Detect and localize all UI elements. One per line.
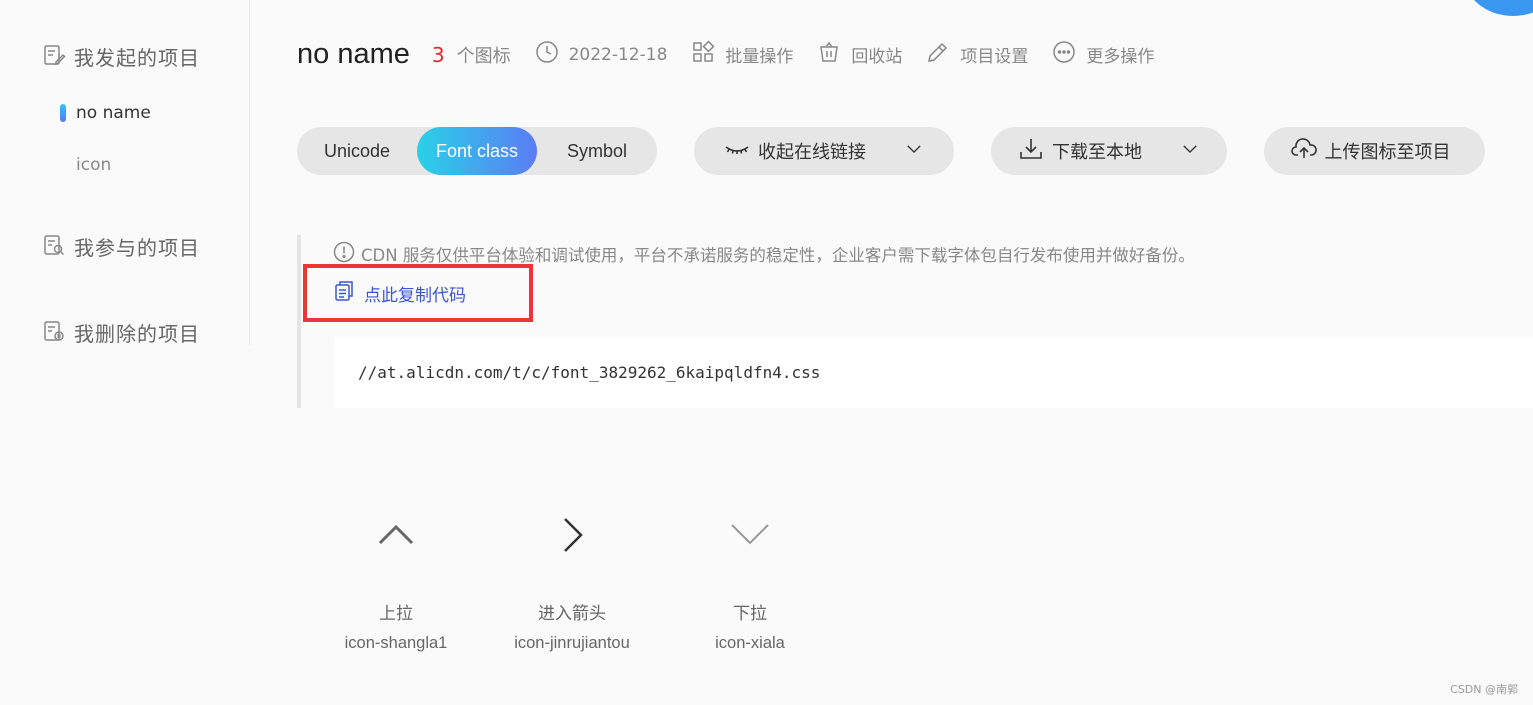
icon-name: 进入箭头: [538, 604, 606, 624]
project-header: no name 3 个图标 2022-12-18 批量操作 回收站 项目设置 更…: [297, 38, 1178, 71]
clock-icon: [535, 40, 569, 69]
icon-code: icon-xiala: [715, 634, 785, 652]
sidebar-item-icon[interactable]: icon: [76, 155, 111, 175]
chevron-right-icon: [542, 505, 602, 569]
more-ops-label: 更多操作: [1086, 47, 1155, 67]
created-date: 2022-12-18: [535, 40, 668, 69]
chevron-down-icon: [1180, 139, 1200, 164]
grid-icon: [691, 40, 725, 69]
sidebar: 我发起的项目 no name icon 我参与的项目 我删除的项目: [0, 0, 250, 347]
cdn-url-code[interactable]: //at.alicdn.com/t/c/font_3829262_6kaipql…: [334, 337, 1533, 408]
icon-code: icon-shangla1: [344, 634, 448, 652]
icon-name: 下拉: [733, 604, 767, 624]
sidebar-joined-projects-label: 我参与的项目: [74, 236, 200, 260]
corner-decoration: [1463, 0, 1533, 16]
tab-symbol[interactable]: Symbol: [537, 127, 657, 175]
date-text: 2022-12-18: [568, 44, 668, 65]
tab-unicode[interactable]: Unicode: [297, 127, 417, 175]
upload-icons-label: 上传图标至项目: [1324, 142, 1451, 163]
sidebar-deleted-projects[interactable]: 我删除的项目: [42, 318, 200, 347]
eye-closed-icon: [724, 136, 750, 167]
cdn-notice-text: CDN 服务仅供平台体验和调试使用，平台不承诺服务的稳定性，企业客户需下载字体包…: [361, 246, 1195, 265]
more-ops-button[interactable]: 更多操作: [1052, 40, 1154, 69]
sidebar-my-projects[interactable]: 我发起的项目: [42, 42, 200, 71]
collapse-link-label: 收起在线链接: [758, 142, 866, 163]
pencil-icon: [926, 40, 960, 69]
download-local-label: 下载至本地: [1052, 142, 1142, 163]
chevron-up-icon: [366, 505, 426, 569]
download-local-button[interactable]: 下载至本地: [991, 127, 1227, 175]
sidebar-joined-projects[interactable]: 我参与的项目: [42, 232, 200, 261]
icon-code: icon-jinrujiantou: [514, 634, 630, 652]
recycle-bin-label: 回收站: [851, 47, 903, 67]
sidebar-item-no-name[interactable]: no name: [60, 103, 151, 123]
recycle-bin-button[interactable]: 回收站: [817, 40, 902, 69]
collapse-link-button[interactable]: 收起在线链接: [694, 127, 954, 175]
sidebar-item-label: icon: [76, 155, 112, 175]
highlight-annotation-box: [303, 264, 533, 322]
icon-card-shangla[interactable]: 上拉 icon-shangla1: [321, 505, 471, 653]
project-settings-label: 项目设置: [960, 47, 1029, 67]
icon-card-jinrujiantou[interactable]: 进入箭头 icon-jinrujiantou: [497, 505, 647, 653]
active-indicator: [60, 104, 66, 122]
download-icon: [1018, 136, 1044, 167]
icon-name: 上拉: [379, 604, 413, 624]
trash-icon: [817, 40, 851, 69]
tab-font-class[interactable]: Font class: [417, 127, 537, 175]
sidebar-item-label: no name: [76, 103, 151, 123]
icon-card-xiala[interactable]: 下拉 icon-xiala: [675, 505, 825, 653]
edit-doc-icon: [42, 43, 66, 71]
doc-search-icon: [42, 233, 66, 261]
watermark: CSDN @南郭: [1450, 683, 1518, 696]
batch-ops-button[interactable]: 批量操作: [691, 40, 793, 69]
cloud-upload-icon: [1290, 136, 1317, 167]
format-tabs: Unicode Font class Symbol: [297, 127, 657, 175]
batch-ops-label: 批量操作: [725, 47, 794, 67]
upload-icons-button[interactable]: 上传图标至项目: [1264, 127, 1485, 175]
chevron-down-icon: [720, 505, 780, 569]
sidebar-my-projects-label: 我发起的项目: [74, 46, 200, 70]
cdn-url-text: //at.alicdn.com/t/c/font_3829262_6kaipql…: [358, 363, 821, 382]
page-title: no name: [297, 38, 410, 70]
icon-count: 3: [431, 42, 445, 67]
project-settings-button[interactable]: 项目设置: [926, 40, 1028, 69]
chevron-down-icon: [904, 139, 924, 164]
doc-delete-icon: [42, 319, 66, 347]
icon-count-unit: 个图标: [456, 45, 511, 67]
more-dots-icon: [1052, 40, 1086, 69]
sidebar-deleted-projects-label: 我删除的项目: [74, 322, 200, 346]
